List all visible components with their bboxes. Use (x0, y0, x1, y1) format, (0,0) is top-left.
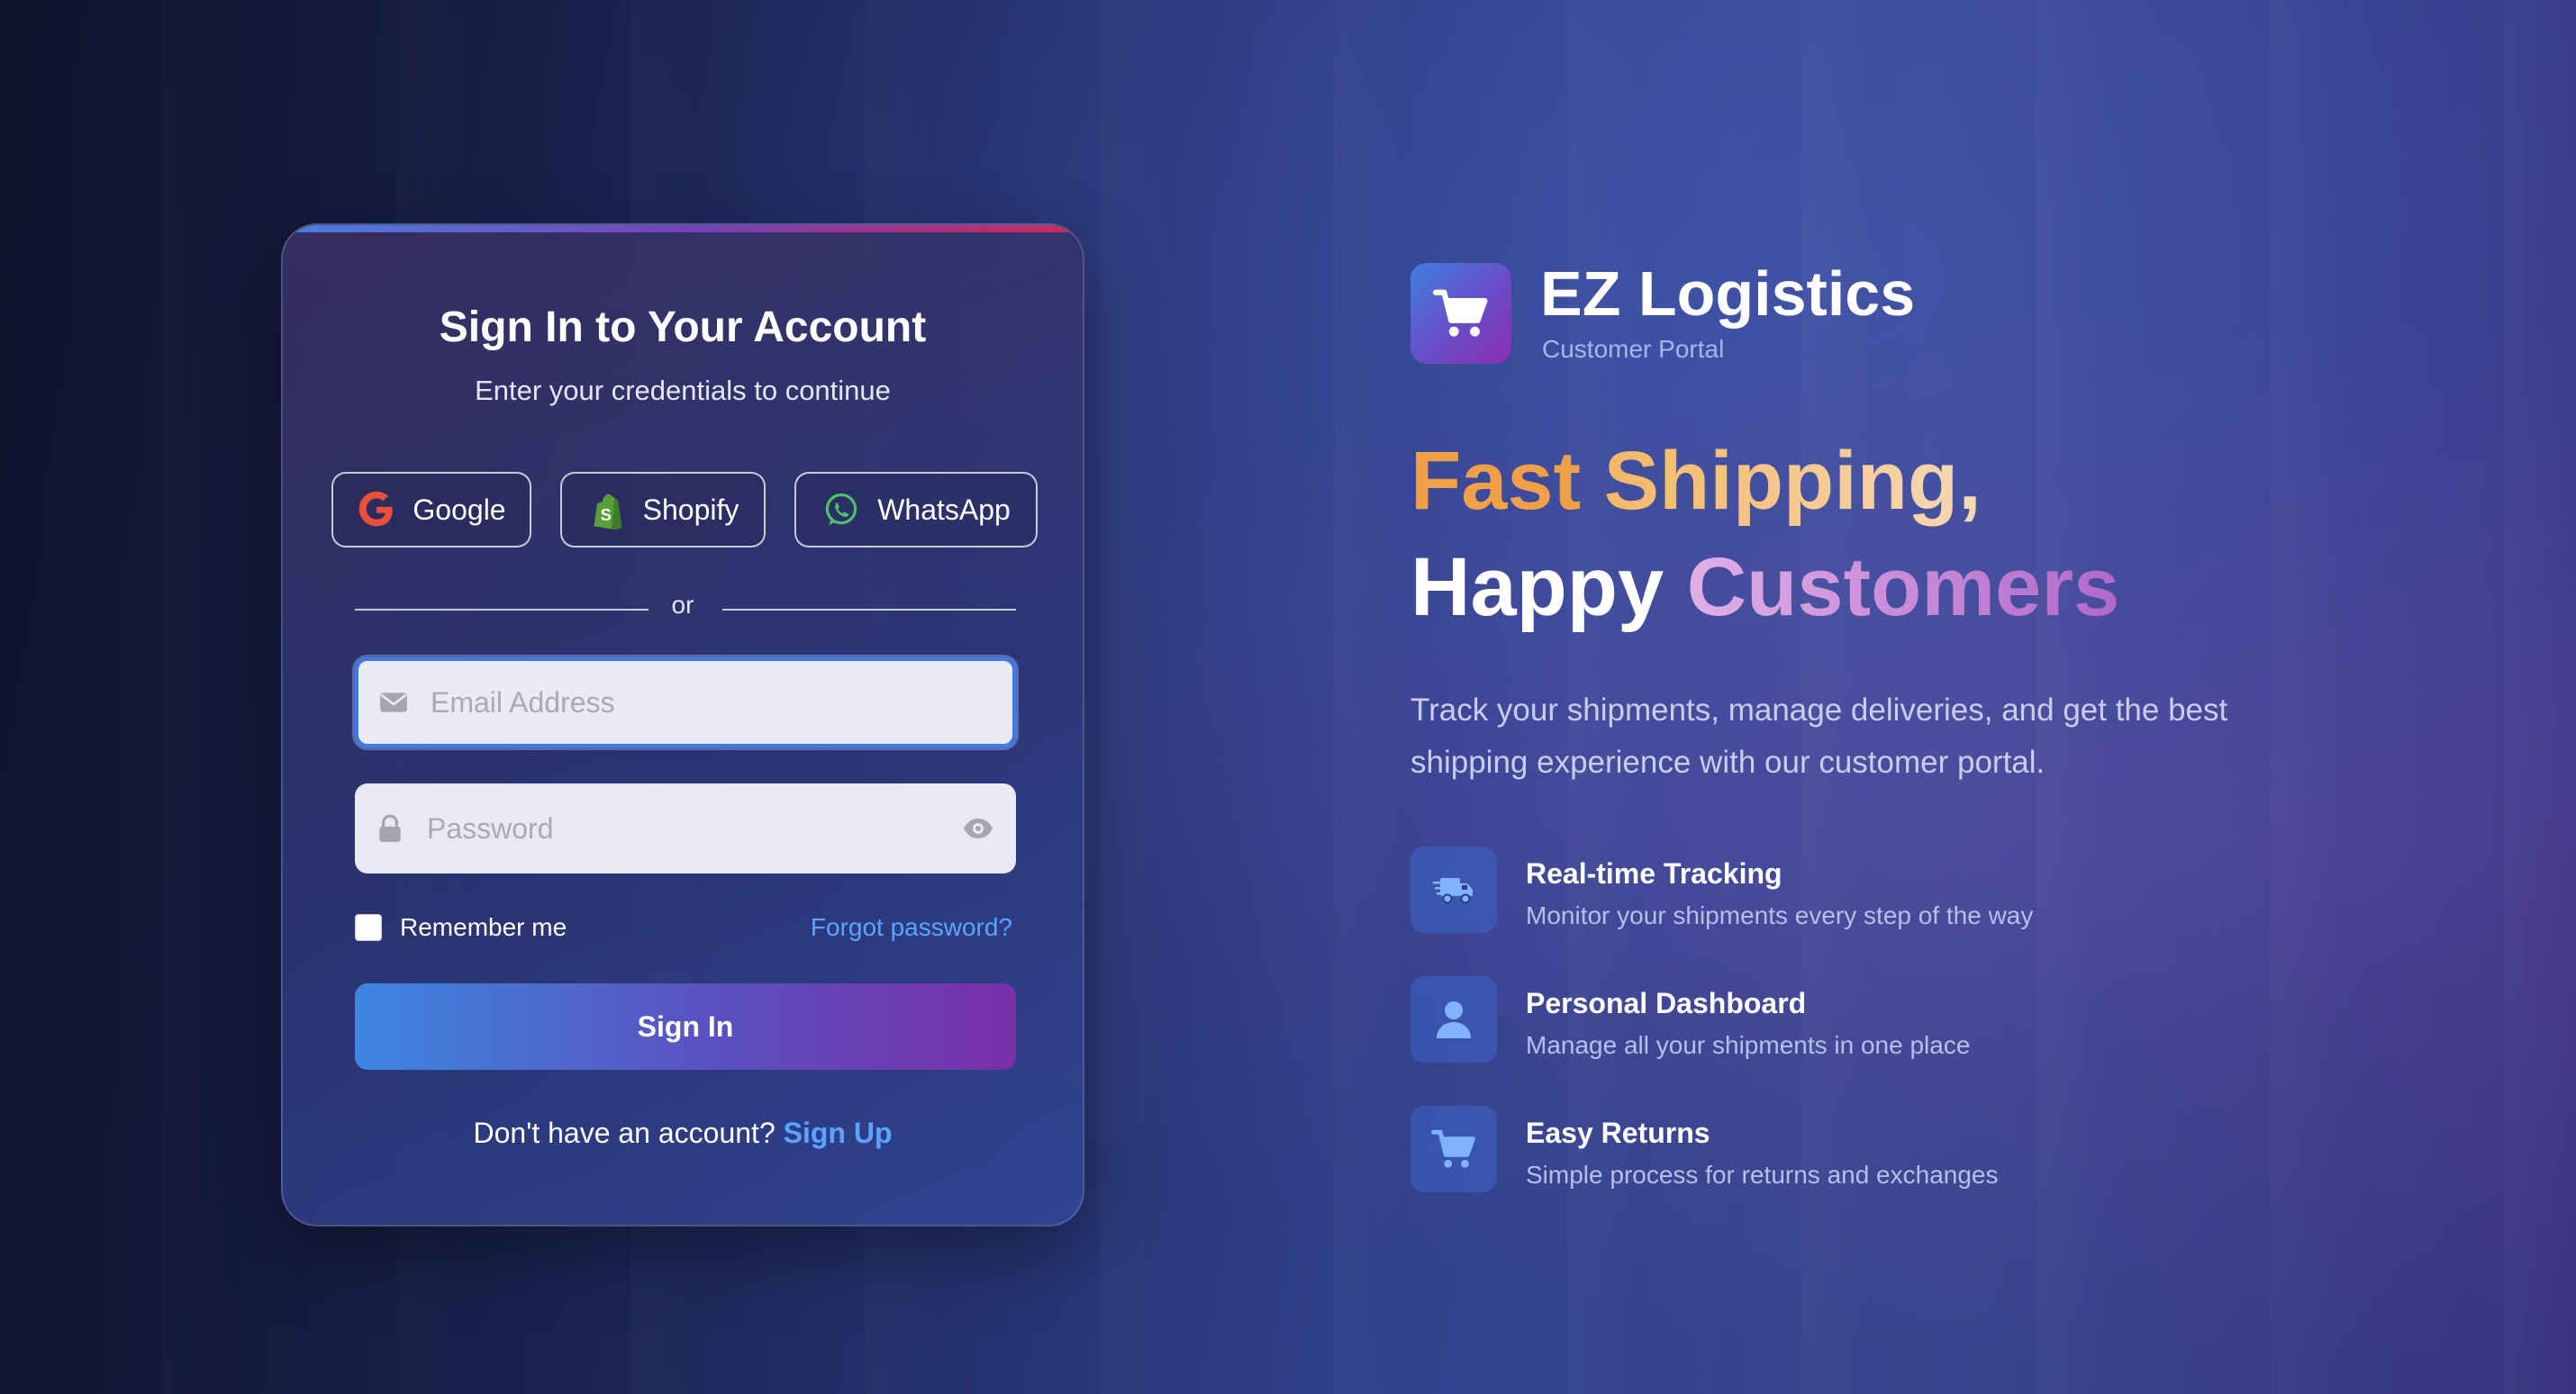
shopify-signin-button[interactable]: S Shopify (560, 472, 766, 548)
hero-description: Track your shipments, manage deliveries,… (1410, 692, 2228, 780)
feature-title: Real-time Tracking (1526, 857, 1782, 890)
remember-checkbox[interactable] (355, 914, 382, 941)
card-accent-bar (283, 225, 1083, 232)
password-input[interactable] (425, 810, 962, 846)
svg-text:S: S (600, 505, 611, 524)
feature-icon-box (1410, 976, 1497, 1063)
feature-title: Personal Dashboard (1526, 987, 1807, 1019)
email-input[interactable] (429, 684, 1012, 720)
hero-headline-line2: Happy Customers (1410, 546, 2119, 629)
feature-desc: Manage all your shipments in one place (1526, 1031, 1971, 1059)
user-icon (1437, 1001, 1471, 1038)
email-field[interactable] (355, 657, 1016, 747)
google-icon (359, 491, 394, 527)
divider-right (722, 609, 1016, 611)
google-signin-button[interactable]: Google (331, 472, 531, 548)
google-label: Google (413, 493, 506, 526)
whatsapp-icon (826, 493, 857, 526)
whatsapp-label: WhatsApp (877, 493, 1011, 526)
shopify-label: Shopify (642, 493, 739, 526)
login-card: Sign In to Your Account Enter your crede… (281, 223, 1084, 1227)
signup-link[interactable]: Sign Up (784, 1117, 893, 1149)
feature-personal-dashboard: Personal Dashboard Manage all your shipm… (1410, 976, 1970, 1063)
login-subtitle: Enter your credentials to continue (475, 375, 891, 406)
cart-icon (1431, 1129, 1475, 1168)
feature-icon-box (1410, 846, 1497, 933)
hero-headline-line1: Fast Shipping, (1410, 439, 1982, 522)
truck-icon (1433, 878, 1473, 904)
feature-icon-box (1410, 1106, 1497, 1192)
signup-row: Don't have an account? Sign Up (283, 1117, 1083, 1150)
feature-desc: Simple process for returns and exchanges (1526, 1161, 1999, 1189)
shopify-icon: S (593, 493, 622, 530)
login-title: Sign In to Your Account (439, 303, 927, 351)
feature-easy-returns: Easy Returns Simple process for returns … (1410, 1106, 1999, 1192)
headline-word-shipping: Shipping, (1603, 435, 1982, 527)
brand-name: EZ Logistics (1540, 258, 1916, 329)
envelope-icon (380, 692, 407, 712)
headline-word-fast: Fast (1410, 435, 1582, 527)
headline-word-customers: Customers (1686, 541, 2120, 633)
whatsapp-signin-button[interactable]: WhatsApp (794, 472, 1038, 548)
password-field[interactable] (355, 783, 1016, 874)
feature-desc: Monitor your shipments every step of the… (1526, 901, 2034, 929)
brand-logo (1410, 263, 1511, 364)
signin-button[interactable]: Sign In (355, 983, 1016, 1070)
remember-label: Remember me (400, 913, 567, 941)
eye-icon[interactable] (962, 812, 994, 845)
cart-icon (1433, 289, 1488, 337)
remember-me[interactable]: Remember me (355, 913, 567, 942)
feature-title: Easy Returns (1526, 1117, 1710, 1149)
brand-subtitle: Customer Portal (1542, 335, 1725, 363)
forgot-password-link[interactable]: Forgot password? (811, 913, 1012, 942)
feature-realtime-tracking: Real-time Tracking Monitor your shipment… (1410, 846, 2033, 933)
no-account-text: Don't have an account? (473, 1117, 776, 1149)
divider-or: or (671, 591, 694, 619)
headline-word-happy: Happy (1410, 541, 1664, 633)
lock-icon (379, 814, 401, 842)
